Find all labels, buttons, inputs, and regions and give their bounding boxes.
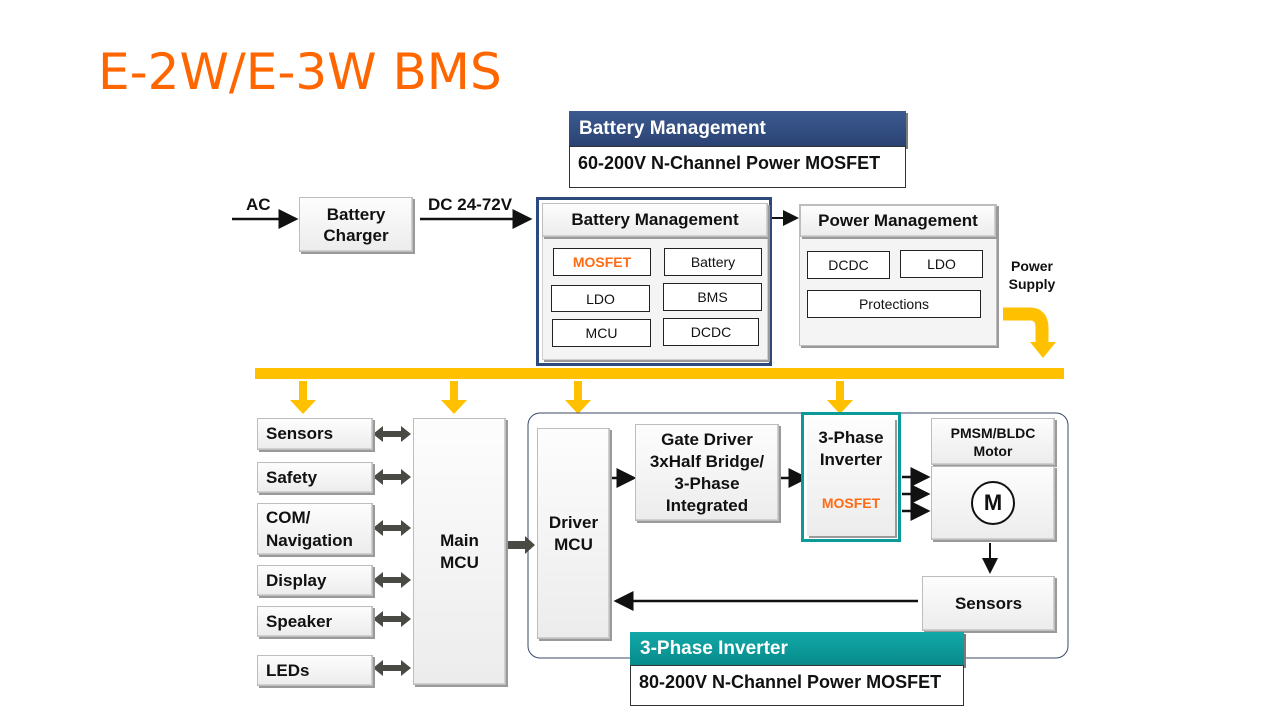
peripheral-sensors: Sensors (257, 418, 373, 450)
peripheral-safety: Safety (257, 462, 373, 493)
inverter-callout-body: 80-200V N-Channel Power MOSFET (630, 665, 964, 706)
motor-sensors-block: Sensors (922, 576, 1055, 631)
peripheral-com-navigation: COM/ Navigation (257, 503, 373, 555)
peripheral-display: Display (257, 565, 373, 596)
gate-driver-block: Gate Driver 3xHalf Bridge/ 3-Phase Integ… (635, 424, 779, 521)
bm-item-bms: BMS (663, 283, 762, 311)
peripheral-leds: LEDs (257, 655, 373, 686)
bm-item-mosfet: MOSFET (553, 248, 651, 276)
battery-charger-block: Battery Charger (299, 197, 413, 252)
bm-item-mcu: MCU (552, 319, 651, 347)
dc-label: DC 24-72V (428, 195, 513, 214)
power-supply-arrowhead (1030, 342, 1056, 358)
bm-item-dcdc: DCDC (663, 318, 759, 346)
bm-item-ldo: LDO (551, 285, 650, 312)
power-management-title: Power Management (800, 205, 996, 237)
pm-item-protections: Protections (807, 290, 981, 318)
power-management-frame: Power Management DCDC LDO Protections (799, 204, 997, 346)
inverter-title: 3-Phase Inverter (818, 428, 884, 469)
driver-mcu-block: Driver MCU (537, 428, 610, 639)
motor-block: M (931, 466, 1055, 540)
battery-callout-header: Battery Management (569, 111, 906, 147)
motor-title-block: PMSM/BLDC Motor (931, 418, 1055, 465)
bus-drop-arrows (290, 381, 853, 414)
main-mcu-block: Main MCU (413, 418, 506, 685)
inverter-callout-header: 3-Phase Inverter (630, 632, 964, 666)
inverter-mosfet-label: MOSFET (821, 495, 881, 511)
peripheral-speaker: Speaker (257, 606, 373, 637)
battery-management-frame: Battery Management MOSFET Battery LDO BM… (536, 197, 772, 366)
bm-item-battery: Battery (664, 248, 762, 276)
motor-m-icon: M (971, 481, 1015, 525)
battery-management-title: Battery Management (542, 203, 768, 237)
pm-item-ldo: LDO (900, 250, 983, 278)
battery-callout-body: 60-200V N-Channel Power MOSFET (569, 146, 906, 188)
power-bus (255, 368, 1064, 379)
power-supply-arrow (1003, 307, 1049, 342)
power-supply-label: Power Supply (1008, 258, 1056, 292)
pm-item-dcdc: DCDC (807, 251, 890, 279)
ac-label: AC (246, 195, 271, 214)
inverter-frame: 3-Phase Inverter MOSFET (801, 412, 901, 542)
